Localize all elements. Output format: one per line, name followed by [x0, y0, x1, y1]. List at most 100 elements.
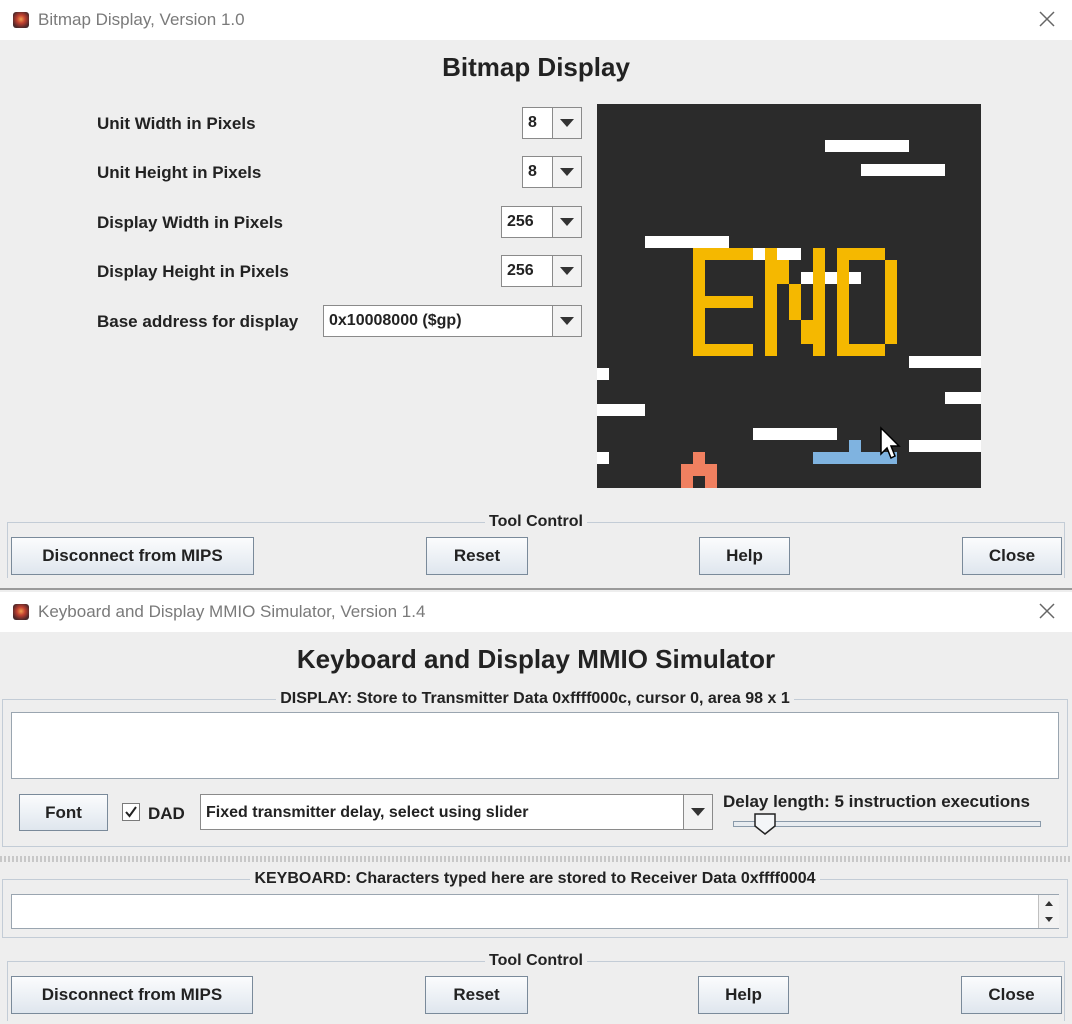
unit-width-select[interactable]: 8 — [522, 107, 582, 139]
letter-pixel-n — [813, 308, 825, 320]
letter-pixel-d — [837, 248, 849, 260]
letter-pixel-n — [813, 320, 825, 332]
letter-pixel-d — [885, 260, 897, 272]
enemy-sprite-gap — [693, 476, 705, 488]
letter-pixel-e — [729, 296, 741, 308]
display-height-select[interactable]: 256 — [501, 255, 582, 287]
platform-bar — [801, 272, 861, 284]
letter-pixel-n — [765, 332, 777, 344]
letter-pixel-e — [729, 344, 741, 356]
letter-pixel-d — [837, 308, 849, 320]
split-pane-divider[interactable] — [0, 856, 1072, 862]
letter-pixel-e — [717, 296, 729, 308]
letter-pixel-d — [837, 344, 849, 356]
keyboard-input-area[interactable] — [11, 894, 1059, 929]
letter-pixel-e — [693, 308, 705, 320]
help-button[interactable]: Help — [698, 976, 789, 1014]
mmio-title-bar[interactable]: Keyboard and Display MMIO Simulator, Ver… — [0, 592, 1072, 632]
letter-pixel-d — [885, 272, 897, 284]
unit-height-label: Unit Height in Pixels — [97, 163, 262, 182]
letter-pixel-n — [765, 284, 777, 296]
mars-app-icon — [13, 604, 29, 620]
close-icon[interactable] — [1034, 6, 1060, 32]
close-button[interactable]: Close — [962, 537, 1062, 575]
platform-bar — [753, 428, 837, 440]
mmio-simulator-window: Keyboard and Display MMIO Simulator, Ver… — [0, 592, 1072, 1024]
display-output-area[interactable] — [11, 712, 1059, 779]
letter-pixel-n — [777, 260, 789, 272]
letter-pixel-n — [801, 332, 813, 344]
letter-pixel-n — [789, 308, 801, 320]
chevron-down-icon[interactable] — [683, 795, 712, 829]
tool-control-title: Tool Control — [485, 952, 587, 969]
chevron-down-icon[interactable] — [552, 207, 581, 237]
platform-bar — [597, 368, 609, 380]
letter-pixel-e — [741, 248, 753, 260]
letter-pixel-e — [693, 296, 705, 308]
platform-bar — [861, 164, 945, 176]
bitmap-title-bar[interactable]: Bitmap Display, Version 1.0 — [0, 0, 1072, 40]
platform-bar — [945, 392, 981, 404]
display-group-title: DISPLAY: Store to Transmitter Data 0xfff… — [276, 690, 794, 707]
chevron-down-icon[interactable] — [552, 256, 581, 286]
checkmark-icon — [125, 806, 137, 818]
letter-pixel-d — [885, 332, 897, 344]
disconnect-button[interactable]: Disconnect from MIPS — [11, 976, 253, 1014]
chevron-down-icon[interactable] — [552, 157, 581, 187]
reset-button[interactable]: Reset — [426, 537, 528, 575]
letter-pixel-d — [837, 284, 849, 296]
keyboard-scrollbar[interactable] — [1038, 895, 1059, 928]
letter-pixel-n — [813, 296, 825, 308]
delay-slider-track[interactable] — [733, 821, 1041, 827]
letter-pixel-d — [885, 284, 897, 296]
letter-pixel-d — [837, 272, 849, 284]
letter-pixel-n — [765, 308, 777, 320]
letter-pixel-n — [765, 260, 777, 272]
reset-button[interactable]: Reset — [425, 976, 528, 1014]
disconnect-button[interactable]: Disconnect from MIPS — [11, 537, 254, 575]
bitmap-heading: Bitmap Display — [442, 52, 630, 82]
close-icon[interactable] — [1034, 598, 1060, 624]
display-width-label: Display Width in Pixels — [97, 213, 283, 232]
letter-pixel-d — [885, 320, 897, 332]
help-button[interactable]: Help — [699, 537, 790, 575]
mars-app-icon — [13, 12, 29, 28]
platform-bar — [597, 452, 609, 464]
delay-slider-thumb[interactable] — [753, 812, 777, 836]
letter-pixel-n — [813, 332, 825, 344]
bitmap-display-canvas — [597, 104, 981, 488]
letter-pixel-e — [729, 248, 741, 260]
letter-pixel-n — [801, 320, 813, 332]
unit-height-select[interactable]: 8 — [522, 156, 582, 188]
letter-pixel-n — [813, 284, 825, 296]
dad-checkbox[interactable] — [122, 803, 140, 821]
mmio-heading: Keyboard and Display MMIO Simulator — [296, 644, 776, 674]
letter-pixel-d — [885, 308, 897, 320]
letter-pixel-n — [765, 344, 777, 356]
base-address-select[interactable]: 0x10008000 ($gp) — [323, 305, 582, 337]
letter-pixel-e — [693, 272, 705, 284]
letter-pixel-e — [693, 320, 705, 332]
letter-pixel-n — [789, 296, 801, 308]
font-button[interactable]: Font — [19, 794, 108, 831]
letter-pixel-n — [813, 272, 825, 284]
platform-bar — [909, 356, 981, 368]
unit-width-label: Unit Width in Pixels — [97, 114, 256, 133]
chevron-down-icon[interactable] — [552, 108, 581, 138]
display-width-select[interactable]: 256 — [501, 206, 582, 238]
letter-pixel-e — [705, 344, 717, 356]
unit-width-value: 8 — [528, 114, 537, 131]
letter-pixel-e — [705, 296, 717, 308]
letter-pixel-n — [765, 248, 777, 260]
delay-length-label: Delay length: 5 instruction executions — [723, 792, 1031, 811]
letter-pixel-n — [813, 248, 825, 260]
unit-height-value: 8 — [528, 163, 537, 180]
letter-pixel-e — [693, 284, 705, 296]
chevron-down-icon[interactable] — [552, 306, 581, 336]
letter-pixel-d — [837, 332, 849, 344]
delay-mode-select[interactable]: Fixed transmitter delay, select using sl… — [200, 794, 713, 830]
letter-pixel-n — [765, 296, 777, 308]
dad-label: DAD — [148, 804, 185, 823]
close-button[interactable]: Close — [961, 976, 1062, 1014]
letter-pixel-e — [693, 344, 705, 356]
